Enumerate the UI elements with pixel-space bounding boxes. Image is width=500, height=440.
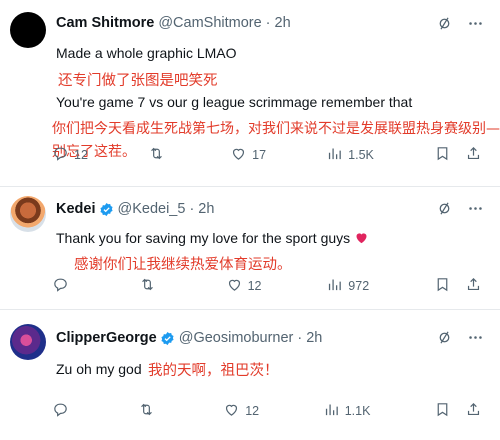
tweet-header: ClipperGeorge @Geosimoburner · 2h — [56, 330, 322, 346]
verified-badge-icon — [160, 331, 175, 346]
tweet-text-line-1: Zu oh my god — [56, 361, 142, 377]
red-heart-icon — [354, 230, 369, 246]
like-count: 12 — [245, 404, 260, 418]
translation-annotation-1: 还专门做了张图是吧笑死 — [58, 73, 218, 89]
like-count: 17 — [252, 148, 267, 162]
grok-icon[interactable] — [436, 15, 453, 37]
action-bar: 12 972 — [52, 276, 482, 296]
like-button[interactable]: 12 — [226, 276, 262, 296]
share-icon[interactable] — [465, 276, 482, 296]
retweet-icon — [138, 401, 155, 421]
share-icon[interactable] — [465, 401, 482, 421]
timestamp[interactable]: 2h — [275, 15, 291, 31]
tweet-text-line-1: Made a whole graphic LMAO — [56, 45, 237, 61]
more-icon[interactable] — [467, 15, 484, 37]
tweet-1[interactable]: Cam Shitmore @CamShitmore · 2h Made a wh… — [0, 0, 500, 187]
translation-annotation-1: 感谢你们让我继续热爱体育运动。 — [74, 257, 292, 273]
display-name[interactable]: ClipperGeorge — [56, 330, 157, 346]
more-icon[interactable] — [467, 329, 484, 351]
reply-icon — [52, 401, 69, 421]
tweet-2[interactable]: Kedei @Kedei_5 · 2h Thank you for saving… — [0, 187, 500, 310]
like-button[interactable]: 12 — [223, 401, 259, 421]
views-icon — [323, 401, 340, 421]
handle[interactable]: @CamShitmore — [158, 15, 261, 31]
translation-annotation-2: 你们把今天看成生死战第七场，对我们来说不过是发展联盟热身赛级别—— — [52, 121, 500, 137]
verified-badge-icon — [99, 202, 114, 217]
avatar[interactable] — [10, 12, 46, 48]
retweet-icon — [139, 276, 156, 296]
like-count: 12 — [247, 279, 262, 293]
views-button[interactable]: 1.5K — [326, 145, 374, 165]
timestamp[interactable]: 2h — [198, 201, 214, 217]
retweet-button[interactable] — [138, 401, 160, 421]
views-icon — [326, 145, 343, 165]
dot-separator: · — [189, 201, 195, 217]
retweet-button[interactable] — [148, 145, 170, 165]
avatar[interactable] — [10, 324, 46, 360]
tweet-text-line-2: You're game 7 vs our g league scrimmage … — [56, 94, 413, 110]
tweet-header: Kedei @Kedei_5 · 2h — [56, 201, 214, 217]
tweet-3[interactable]: ClipperGeorge @Geosimoburner · 2h Zu oh … — [0, 310, 500, 440]
tweet-top-icons — [436, 200, 484, 222]
views-count: 1.1K — [344, 404, 371, 418]
share-icon[interactable] — [465, 145, 482, 165]
views-button[interactable]: 972 — [326, 276, 369, 296]
avatar[interactable] — [10, 196, 46, 232]
bookmark-icon[interactable] — [434, 401, 451, 421]
dot-separator: · — [297, 330, 303, 346]
retweet-icon — [148, 145, 165, 165]
reply-count: 12 — [74, 148, 88, 162]
action-bar: 12 17 1.5K — [52, 145, 482, 165]
reply-button[interactable]: 12 — [52, 145, 88, 165]
tweet-top-icons — [436, 15, 484, 37]
tweet-text-line-1: Thank you for saving my love for the spo… — [56, 230, 369, 246]
tweet-top-icons — [436, 329, 484, 351]
views-count: 972 — [348, 279, 370, 293]
views-icon — [326, 276, 343, 296]
timestamp[interactable]: 2h — [306, 330, 322, 346]
secondary-actions — [434, 276, 482, 296]
reply-icon — [52, 145, 69, 165]
grok-icon[interactable] — [436, 200, 453, 222]
grok-icon[interactable] — [436, 329, 453, 351]
tweet-header: Cam Shitmore @CamShitmore · 2h — [56, 15, 291, 31]
like-icon — [230, 145, 247, 165]
views-count: 1.5K — [348, 148, 374, 162]
display-name[interactable]: Kedei — [56, 201, 96, 217]
like-icon — [223, 401, 240, 421]
translation-annotation-1: 我的天啊，祖巴茨！ — [148, 363, 279, 379]
bookmark-icon[interactable] — [434, 276, 451, 296]
handle[interactable]: @Kedei_5 — [118, 201, 186, 217]
like-icon — [226, 276, 243, 296]
bookmark-icon[interactable] — [434, 145, 451, 165]
action-bar: 12 1.1K — [52, 401, 482, 421]
reply-icon — [52, 276, 69, 296]
secondary-actions — [434, 145, 482, 165]
like-button[interactable]: 17 — [230, 145, 266, 165]
more-icon[interactable] — [467, 200, 484, 222]
reply-button[interactable] — [52, 401, 74, 421]
handle[interactable]: @Geosimoburner — [179, 330, 294, 346]
reply-button[interactable] — [52, 276, 74, 296]
retweet-button[interactable] — [139, 276, 161, 296]
views-button[interactable]: 1.1K — [323, 401, 371, 421]
dot-separator: · — [265, 15, 271, 31]
tweet-text: Thank you for saving my love for the spo… — [56, 230, 351, 246]
display-name[interactable]: Cam Shitmore — [56, 15, 154, 31]
secondary-actions — [434, 401, 482, 421]
